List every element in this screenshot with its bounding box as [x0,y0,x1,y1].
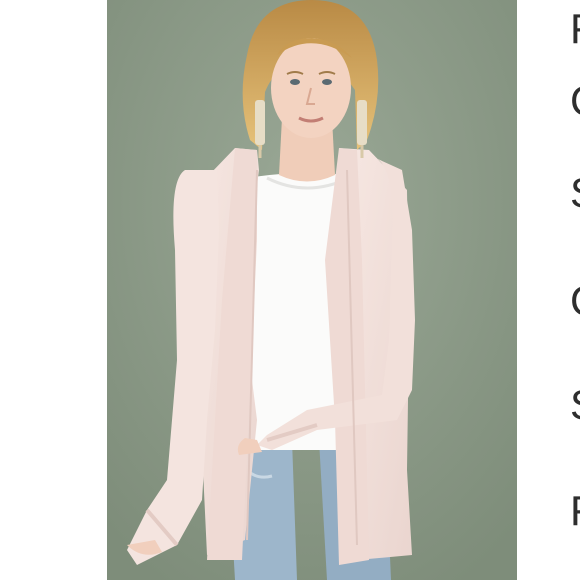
side-letter: S [570,384,580,426]
side-panel-text: F C S C S F [570,0,580,580]
product-photo[interactable] [107,0,517,580]
side-letter: F [570,8,580,50]
left-eye [290,79,300,85]
product-page: F C S C S F [0,0,580,580]
side-letter: S [570,172,580,214]
side-letter: C [570,80,580,122]
right-eye [322,79,332,85]
model-wearing-cardigan-image [107,0,517,580]
side-letter: C [570,280,580,322]
side-letter: F [570,490,580,532]
